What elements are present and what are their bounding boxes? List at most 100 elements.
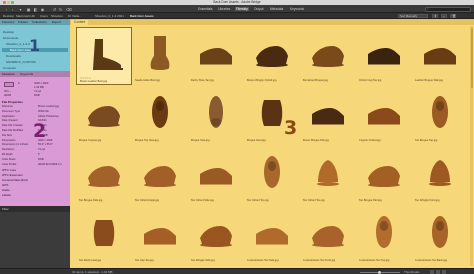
window-title: Back Dorn Assets - Adobe Bridge <box>213 0 261 4</box>
delete-icon[interactable]: ⌫ <box>66 7 72 12</box>
shoe-thumbnail-image <box>256 228 288 245</box>
thumbnail-size-slider-knob[interactable] <box>378 270 381 274</box>
refine-icon[interactable]: ◧ <box>33 7 38 12</box>
tab-content[interactable]: Content <box>71 19 89 25</box>
open-in-camera-raw-icon[interactable]: ◉ <box>40 7 45 12</box>
thumbnail-item[interactable]: Tan Oxford Angle.jpg <box>132 147 188 205</box>
favorite-item-shoebox-custom[interactable]: SHOEBOX_CUSTOM <box>6 60 35 64</box>
breadcrumb-desktop[interactable]: Desktop <box>3 14 14 18</box>
breadcrumb-shoebox-folder[interactable]: Shoebox_0_1 & 2021 <box>95 14 124 18</box>
thumbnail-item[interactable]: Tan Wingtip Side.jpg <box>188 207 244 265</box>
workspace-tab-essentials[interactable]: Essentials <box>198 7 213 11</box>
section-audio[interactable]: Audio <box>2 188 10 192</box>
view-grid-icon[interactable] <box>430 270 434 274</box>
thumbnail-item[interactable]: Brogue Sole.jpg <box>188 87 244 145</box>
trash-icon[interactable]: 🗑 <box>450 14 456 18</box>
workspace-tab-keywords[interactable]: Keywords <box>290 7 304 11</box>
thumbnail-item[interactable]: Suede Ankle Boot.jpg <box>132 27 188 85</box>
tab-filter[interactable]: Filter <box>2 207 9 211</box>
favorite-item-documents[interactable]: Documents <box>3 36 18 40</box>
thumbnail-item[interactable]: Leather Brogue Side.jpg <box>412 27 468 85</box>
favorite-item-downloads[interactable]: Downloads <box>6 54 21 58</box>
rotate-left-icon[interactable]: ↺ <box>52 7 57 12</box>
minimize-window-icon[interactable] <box>7 1 10 4</box>
thumbnail-item[interactable]: Tan Cap Toe.jpg <box>132 207 188 265</box>
section-camera-data[interactable]: Camera Data (Exif) <box>2 178 28 182</box>
thumbnail-item[interactable]: Brogue Cognac.jpg <box>76 87 132 145</box>
rotate-right-icon[interactable]: ↻ <box>58 7 63 12</box>
thumbnail-item[interactable]: Tan Wingtip Front.jpg <box>412 147 468 205</box>
zoom-window-icon[interactable] <box>11 1 14 4</box>
favorite-item-desktop[interactable]: Desktop <box>3 30 14 34</box>
section-iptc-extension[interactable]: IPTC Extension <box>2 173 23 177</box>
thumbnail-item[interactable]: Derby Shoe Tan.jpg <box>188 27 244 85</box>
section-gps[interactable]: GPS <box>2 183 8 187</box>
forward-icon[interactable]: › <box>10 7 15 12</box>
thumbnail-item[interactable]: Brogue Top View.jpg <box>132 87 188 145</box>
tab-favorites[interactable]: Favorites <box>2 20 14 24</box>
favorite-item-shoebox[interactable]: Shoebox_0_1 & 2 <box>6 42 30 46</box>
close-window-icon[interactable] <box>3 1 6 4</box>
tab-metadata[interactable]: Metadata <box>2 72 15 76</box>
section-iptc-core[interactable]: IPTC Core <box>2 168 16 172</box>
thumbnail-item[interactable]: Tan Derby Heel.jpg <box>76 207 132 265</box>
file-properties-header[interactable]: File Properties <box>2 100 23 104</box>
thumbnail-filename: Brown Wingtip Oxford.jpg <box>247 79 277 82</box>
thumbnail-item[interactable]: Brown Brogue Pair.jpg <box>300 87 356 145</box>
shoe-thumbnail-image <box>209 96 223 128</box>
sort-dropdown[interactable]: Sort Manually <box>398 14 428 18</box>
shoe-thumbnail-image <box>93 39 123 70</box>
thumbnail-filename: Brown Brogue Pair.jpg <box>303 139 329 142</box>
content-scrollbar-thumb[interactable] <box>470 28 473 88</box>
favorite-item-computer[interactable]: Computer <box>3 66 16 70</box>
thumbnail-item[interactable]: Tan Oxford Top.jpg <box>244 147 300 205</box>
content-panel-tabs: Content <box>70 19 474 25</box>
recent-files-icon[interactable]: ▾ <box>18 7 23 12</box>
view-list-icon[interactable] <box>442 270 446 274</box>
thumbnail-item[interactable]: Tan Oxford Side.jpg <box>188 147 244 205</box>
thumbnail-item[interactable]: Cognac Oxford.jpg <box>356 87 412 145</box>
thumbnail-filename: Tan Cap Toe.jpg <box>135 259 154 262</box>
breadcrumb-users[interactable]: Users <box>40 14 48 18</box>
back-icon[interactable]: ‹ <box>4 7 9 12</box>
thumbnail-item[interactable]: Lunkenheimer Tan Front.jpg <box>300 207 356 265</box>
shoe-thumbnail-image <box>432 216 448 248</box>
get-photos-icon[interactable]: ▣ <box>26 7 31 12</box>
thumbnail-filename: Tan Oxford Side.jpg <box>191 199 214 202</box>
thumbnail-filename: Brogue Heel.jpg <box>247 139 266 142</box>
search-input[interactable]: ⌕ <box>425 6 471 12</box>
workspace-tab-metadata[interactable]: Metadata <box>270 7 283 11</box>
file-property-value: 55.6" x 55.6" <box>38 143 53 147</box>
tab-export[interactable]: Export <box>52 20 61 24</box>
thumbnail-item[interactable]: Burnished Brogue.jpg <box>300 27 356 85</box>
thumbnail-item[interactable]: Lunkenheimer Tan Back.jpg <box>412 207 468 265</box>
breadcrumb-folder[interactable]: Dr Vielle... <box>68 14 82 18</box>
workspace-tab-libraries[interactable]: Libraries <box>218 7 230 11</box>
breadcrumb-current[interactable]: Back Dorn Assets <box>130 14 154 18</box>
file-property-row: Bit Depth 8 <box>2 153 68 157</box>
thumbnail-item[interactable]: Brown Wingtip Oxford.jpg <box>244 27 300 85</box>
new-folder-icon[interactable]: + <box>441 14 447 18</box>
workspace-tab-output[interactable]: Output <box>254 7 264 11</box>
workspace-tab-filmstrip[interactable]: Filmstrip <box>235 7 250 11</box>
thumbnail-item[interactable]: Tan Brogue Pair.jpg <box>356 147 412 205</box>
tab-keywords[interactable]: Keywords <box>20 72 33 76</box>
thumbnail-item[interactable]: Oxford Cap Toe.jpg <box>356 27 412 85</box>
file-property-value: JPEG file <box>38 109 49 113</box>
filter-stars-icon[interactable]: ★ <box>432 14 438 18</box>
thumbnail-item[interactable]: ☆☆☆☆☆ Brown Leather Boot.jpg <box>76 27 132 85</box>
thumbnail-item[interactable]: Tan Brogue Top.jpg <box>412 87 468 145</box>
breadcrumb-macintosh-hd[interactable]: Macintosh HD <box>16 14 35 18</box>
view-details-icon[interactable] <box>436 270 440 274</box>
file-property-value: 72 ppi <box>38 148 46 152</box>
section-labels[interactable]: Labels <box>2 193 11 197</box>
thumbnail-item[interactable]: Tan Oxford Toe.jpg <box>300 147 356 205</box>
metadata-panel: Metadata Keywords f/- - 4000 x 4000 1.43… <box>0 71 70 206</box>
thumbnail-item[interactable]: Lunkenheimer Tan Top.jpg <box>356 207 412 265</box>
breadcrumb-shoebox[interactable]: Shoebox <box>51 14 63 18</box>
thumbnail-item[interactable]: Lunkenheimer Tan Side.jpg <box>244 207 300 265</box>
tab-folders[interactable]: Folders <box>18 20 28 24</box>
thumbnail-item[interactable]: Tan Brogue Side.jpg <box>76 147 132 205</box>
file-property-row: Resolution 72 ppi <box>2 148 68 152</box>
tab-collections[interactable]: Collections <box>32 20 47 24</box>
